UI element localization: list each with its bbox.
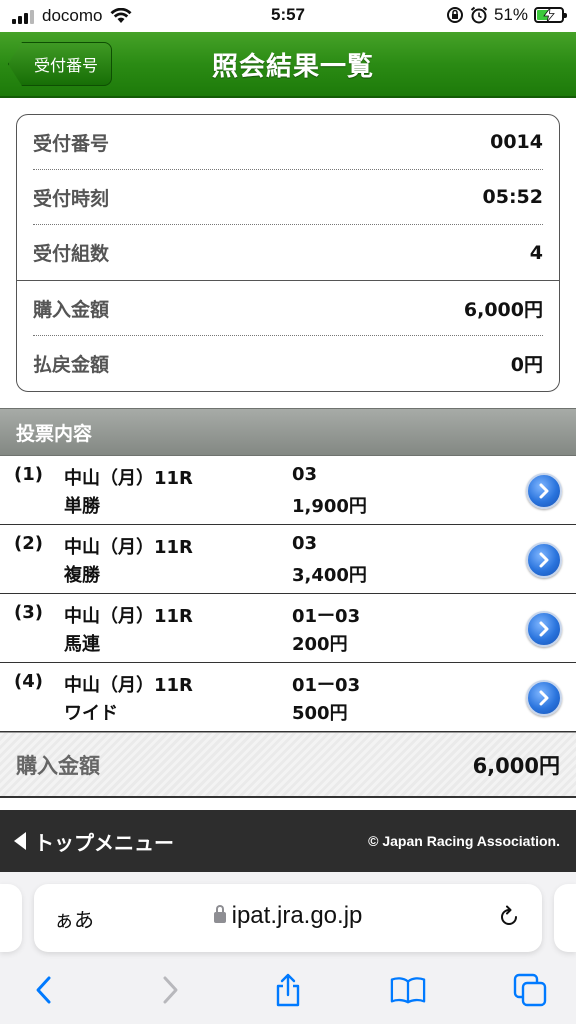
ticket-combination: 03 [292,464,318,485]
ticket-amount: 1,900円 [292,496,367,517]
ticket-bet-type: 単勝 [64,496,100,517]
summary-card: 受付番号 0014 受付時刻 05:52 受付組数 4 購入金額 6,000円 … [16,114,560,392]
browser-forward-button[interactable] [152,972,188,1008]
total-bar: 購入金額 6,000円 [0,732,576,798]
section-header-bet-contents: 投票内容 [0,408,576,456]
summary-label: 購入金額 [33,298,110,321]
app-header: 受付番号 照会結果一覧 [0,32,576,98]
ticket-race: 中山（月）11R [64,537,193,558]
share-icon [276,973,300,1007]
page-title: 照会結果一覧 [211,52,374,82]
ticket-race: 中山（月）11R [64,606,193,627]
ticket-list: (1) 中山（月）11R 単勝 03 1,900円 (2) 中山（月）11R 複… [0,456,576,732]
summary-value: 0円 [510,354,543,376]
top-menu-link[interactable]: トップメニュー [14,827,174,856]
reload-icon[interactable] [496,904,522,930]
chevron-left-icon [36,976,51,1004]
status-bar: docomo 5:57 51% [0,0,576,32]
summary-label: 受付時刻 [33,187,110,210]
ticket-row[interactable]: (1) 中山（月）11R 単勝 03 1,900円 [0,456,576,525]
chevron-right-icon [539,552,549,568]
browser-chrome: ぁあ ipat.jra.go.jp [0,872,576,1024]
chevron-right-icon [539,621,549,637]
triangle-left-icon [14,832,26,850]
ticket-combination: 01ー03 [292,675,361,696]
ticket-amount: 3,400円 [292,565,367,586]
ticket-detail-button[interactable] [526,680,562,716]
summary-value: 4 [529,241,543,264]
ticket-detail-button[interactable] [526,611,562,647]
tabs-button[interactable] [512,972,548,1008]
chevron-right-icon [539,690,549,706]
total-value: 6,000円 [472,753,560,778]
summary-value: 05:52 [482,186,543,208]
summary-label: 受付番号 [33,132,110,155]
next-tab-preview[interactable] [554,884,576,952]
summary-label: 受付組数 [33,243,110,265]
ticket-bet-type: 複勝 [64,565,100,586]
summary-label: 払戻金額 [33,354,110,376]
battery-icon [534,7,567,23]
summary-value: 6,000円 [463,298,543,321]
ticket-bet-type: 馬連 [64,634,100,655]
summary-value: 0014 [490,131,543,153]
summary-row-receipt-time: 受付時刻 05:52 [33,170,543,225]
ticket-combination: 03 [292,533,318,554]
ticket-race: 中山（月）11R [64,675,193,696]
ticket-row[interactable]: (2) 中山（月）11R 複勝 03 3,400円 [0,525,576,594]
charging-bolt-icon [543,8,555,22]
browser-back-button[interactable] [26,972,62,1008]
ticket-number: (4) [14,671,43,692]
chevron-right-icon [163,976,178,1004]
ticket-number: (3) [14,602,43,623]
ticket-detail-button[interactable] [526,473,562,509]
ticket-number: (1) [14,464,43,485]
app-footer: トップメニュー © Japan Racing Association. [0,810,576,872]
previous-tab-preview[interactable] [0,884,22,952]
summary-row-purchase-amount: 購入金額 6,000円 [33,281,543,336]
summary-row-payout-amount: 払戻金額 0円 [33,336,543,391]
url-display[interactable]: ipat.jra.go.jp [34,902,542,930]
alarm-icon [470,6,488,24]
top-menu-label: トップメニュー [34,830,174,855]
ticket-number: (2) [14,533,43,554]
summary-row-receipt-number: 受付番号 0014 [33,115,543,170]
bookmarks-button[interactable] [390,972,426,1008]
ticket-amount: 500円 [292,703,348,724]
ticket-row[interactable]: (3) 中山（月）11R 馬連 01ー03 200円 [0,594,576,663]
url-text: ipat.jra.go.jp [231,902,363,929]
share-button[interactable] [270,972,306,1008]
orientation-lock-icon [446,7,463,23]
total-label: 購入金額 [16,753,100,778]
browser-toolbar [0,968,576,1012]
summary-row-set-count: 受付組数 4 [33,225,543,280]
ticket-race: 中山（月）11R [64,468,193,489]
status-right: 51% [446,5,567,25]
book-icon [390,977,426,1004]
chevron-right-icon [539,483,549,499]
address-bar[interactable]: ぁあ ipat.jra.go.jp [34,884,542,952]
tabs-icon [513,973,547,1007]
ticket-amount: 200円 [292,634,348,655]
copyright-text: © Japan Racing Association. [368,833,560,849]
battery-percent: 51% [493,5,528,24]
ticket-detail-button[interactable] [526,542,562,578]
ticket-bet-type: ワイド [64,703,118,724]
ticket-row[interactable]: (4) 中山（月）11R ワイド 01ー03 500円 [0,663,576,732]
ticket-combination: 01ー03 [292,606,361,627]
lock-icon [213,905,226,923]
